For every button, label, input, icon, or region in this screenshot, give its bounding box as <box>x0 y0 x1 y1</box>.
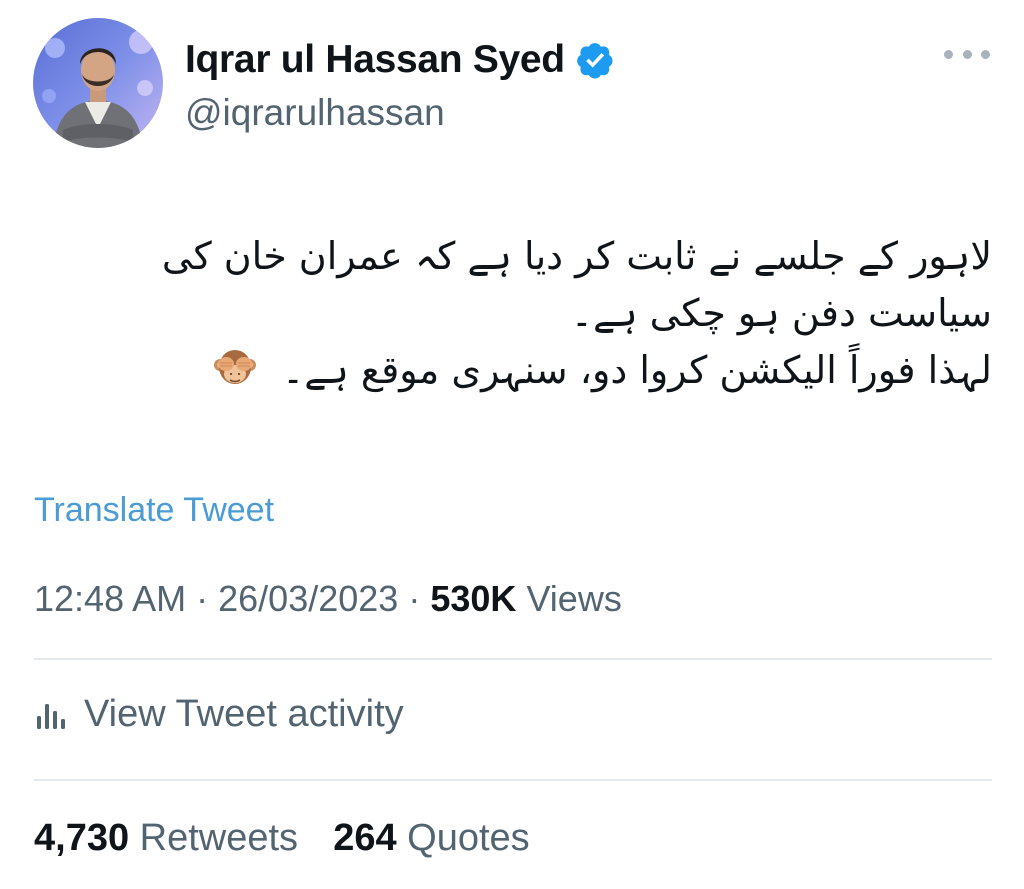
more-dot <box>944 49 953 59</box>
view-tweet-activity-label: View Tweet activity <box>84 693 404 735</box>
view-tweet-activity-button[interactable]: View Tweet activity <box>34 693 404 736</box>
meta-separator: · <box>196 578 209 619</box>
tweet-text: لاہور کے جلسے نے ثابت کر دیا ہے کہ عمران… <box>30 228 992 399</box>
tweet-time[interactable]: 12:48 AM <box>34 578 186 619</box>
views-count: 530K <box>430 578 517 619</box>
verified-badge-icon <box>575 40 615 80</box>
tweet-text-line: سیاست دفن ہو چکی ہے۔ <box>570 291 992 335</box>
views-label: Views <box>526 578 622 619</box>
tweet-text-line-with-emoji: لہذا فوراً الیکشن کروا دو، سنہری موقع ہے… <box>30 342 992 399</box>
tweet-text-line: لاہور کے جلسے نے ثابت کر دیا ہے کہ عمران… <box>161 234 992 278</box>
author-display-name[interactable]: Iqrar ul Hassan Syed <box>185 38 565 82</box>
translate-tweet-link[interactable]: Translate Tweet <box>34 491 274 530</box>
divider <box>34 658 992 660</box>
meta-separator: · <box>408 578 421 619</box>
tweet-text-line: لہذا فوراً الیکشن کروا دو، سنہری موقع ہے… <box>282 348 992 392</box>
quotes-label: Quotes <box>407 817 530 859</box>
divider <box>34 779 992 781</box>
avatar[interactable] <box>33 18 163 148</box>
quotes-count: 264 <box>333 817 397 859</box>
analytics-bar-icon <box>34 698 68 732</box>
more-dot <box>981 49 990 59</box>
tweet-meta: 12:48 AM · 26/03/2023 · 530K Views <box>34 578 622 620</box>
author-name-row: Iqrar ul Hassan Syed <box>185 36 615 84</box>
more-options-icon[interactable] <box>944 42 990 66</box>
tweet-date[interactable]: 26/03/2023 <box>218 578 398 619</box>
more-dot <box>962 49 972 59</box>
retweets-label: Retweets <box>139 817 299 859</box>
tweet-stats: 4,730 Retweets 264 Quotes <box>34 817 530 860</box>
quotes-stat[interactable]: 264 Quotes <box>333 817 530 859</box>
author-handle[interactable]: @iqrarulhassan <box>185 92 445 134</box>
retweets-stat[interactable]: 4,730 Retweets <box>34 817 309 859</box>
retweets-count: 4,730 <box>34 817 130 859</box>
see-no-evil-monkey-icon <box>212 345 258 391</box>
profile-photo <box>33 18 163 148</box>
